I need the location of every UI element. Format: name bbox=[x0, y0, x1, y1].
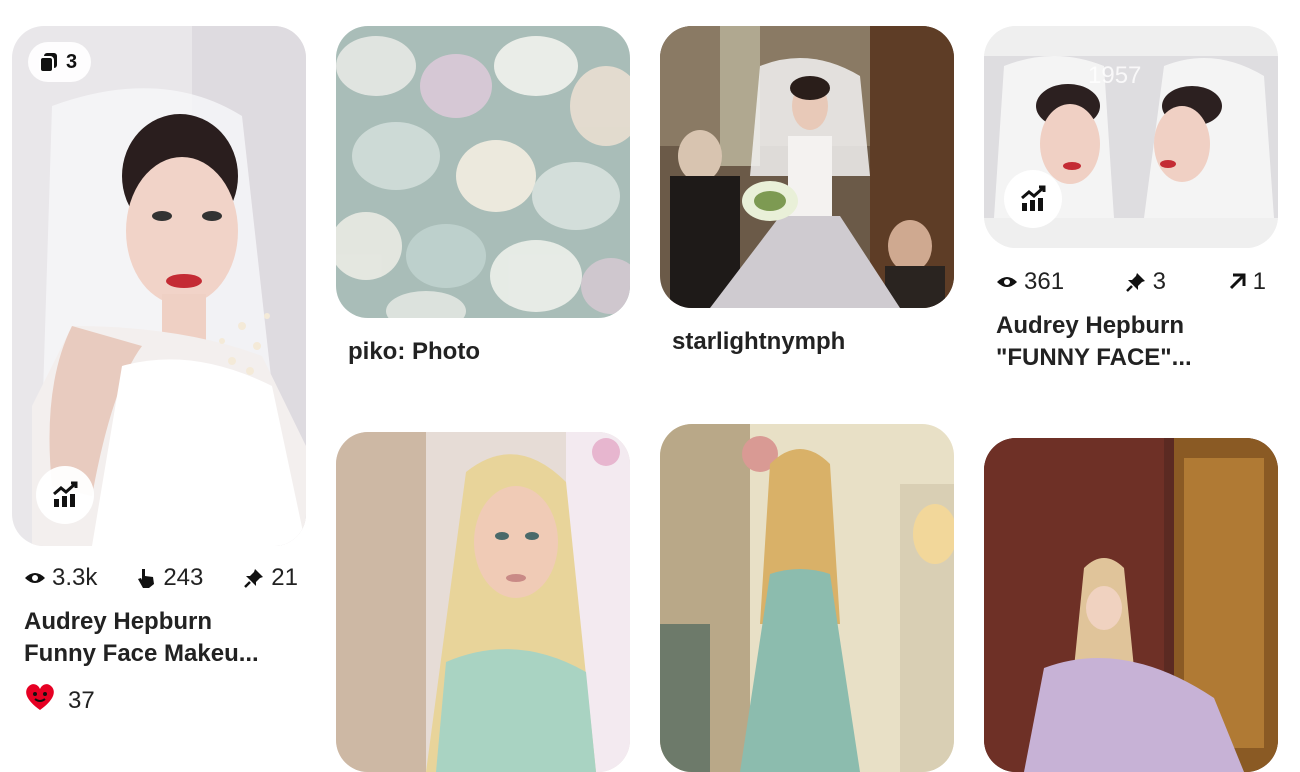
reaction-count[interactable]: 37 bbox=[24, 682, 95, 719]
analytics-button[interactable] bbox=[36, 466, 94, 524]
outbound-stat: 1 bbox=[1227, 268, 1266, 296]
pin-title[interactable]: Audrey Hepburn Funny Face Makeu... bbox=[24, 606, 304, 670]
pin-icon bbox=[1125, 271, 1147, 293]
saves-count: 3 bbox=[1152, 268, 1167, 295]
pin-stats: 361 3 1 bbox=[996, 268, 1266, 296]
views-stat: 3.3k bbox=[24, 564, 97, 592]
pin-title[interactable]: Audrey Hepburn "FUNNY FACE"... bbox=[996, 310, 1276, 374]
views-count: 3.3k bbox=[52, 564, 98, 591]
pin-image-teal-dress[interactable] bbox=[660, 424, 954, 772]
pin-image-bride-church[interactable] bbox=[660, 26, 954, 308]
eye-icon bbox=[24, 571, 46, 585]
arrow-up-right-icon bbox=[1227, 272, 1247, 292]
stack-icon bbox=[38, 51, 60, 73]
pin-title-line-1: Audrey Hepburn bbox=[24, 608, 213, 635]
pin-title-line-1: Audrey Hepburn bbox=[996, 312, 1185, 339]
clicks-stat: 243 bbox=[137, 564, 203, 592]
analytics-chart-icon bbox=[50, 480, 80, 510]
heart-face-icon bbox=[24, 682, 56, 719]
pin-title-line-2: "FUNNY FACE"... bbox=[996, 344, 1192, 371]
saves-stat: 21 bbox=[243, 564, 298, 592]
pin-title[interactable]: starlightnymph bbox=[672, 326, 845, 358]
pin-image-pearl-shells[interactable] bbox=[336, 26, 630, 318]
image-watermark-year: 1957 bbox=[1088, 62, 1142, 89]
pin-title-line-2: Funny Face Makeu... bbox=[24, 640, 259, 667]
board-count-badge: 3 bbox=[28, 42, 92, 82]
board-count: 3 bbox=[66, 50, 78, 73]
hand-pointer-icon bbox=[137, 567, 157, 589]
outbound-count: 1 bbox=[1252, 268, 1266, 295]
eye-icon bbox=[996, 275, 1018, 289]
pin-title[interactable]: piko: Photo bbox=[348, 336, 480, 368]
pin-image-bride-portrait[interactable]: 3 bbox=[12, 26, 306, 546]
clicks-count: 243 bbox=[163, 564, 204, 591]
pin-icon bbox=[243, 567, 265, 589]
pin-stats: 3.3k 243 21 bbox=[24, 564, 298, 592]
views-count: 361 bbox=[1024, 268, 1065, 295]
analytics-chart-icon bbox=[1018, 184, 1048, 214]
pin-image-funny-face[interactable]: 1957 bbox=[984, 26, 1278, 248]
pin-image-lavender-gown[interactable] bbox=[984, 438, 1278, 772]
saves-stat: 3 bbox=[1125, 268, 1166, 296]
reaction-number: 37 bbox=[68, 686, 95, 714]
saves-count: 21 bbox=[271, 564, 298, 591]
pin-image-blonde-girl[interactable] bbox=[336, 432, 630, 772]
analytics-button[interactable] bbox=[1004, 170, 1062, 228]
views-stat: 361 bbox=[996, 268, 1064, 296]
